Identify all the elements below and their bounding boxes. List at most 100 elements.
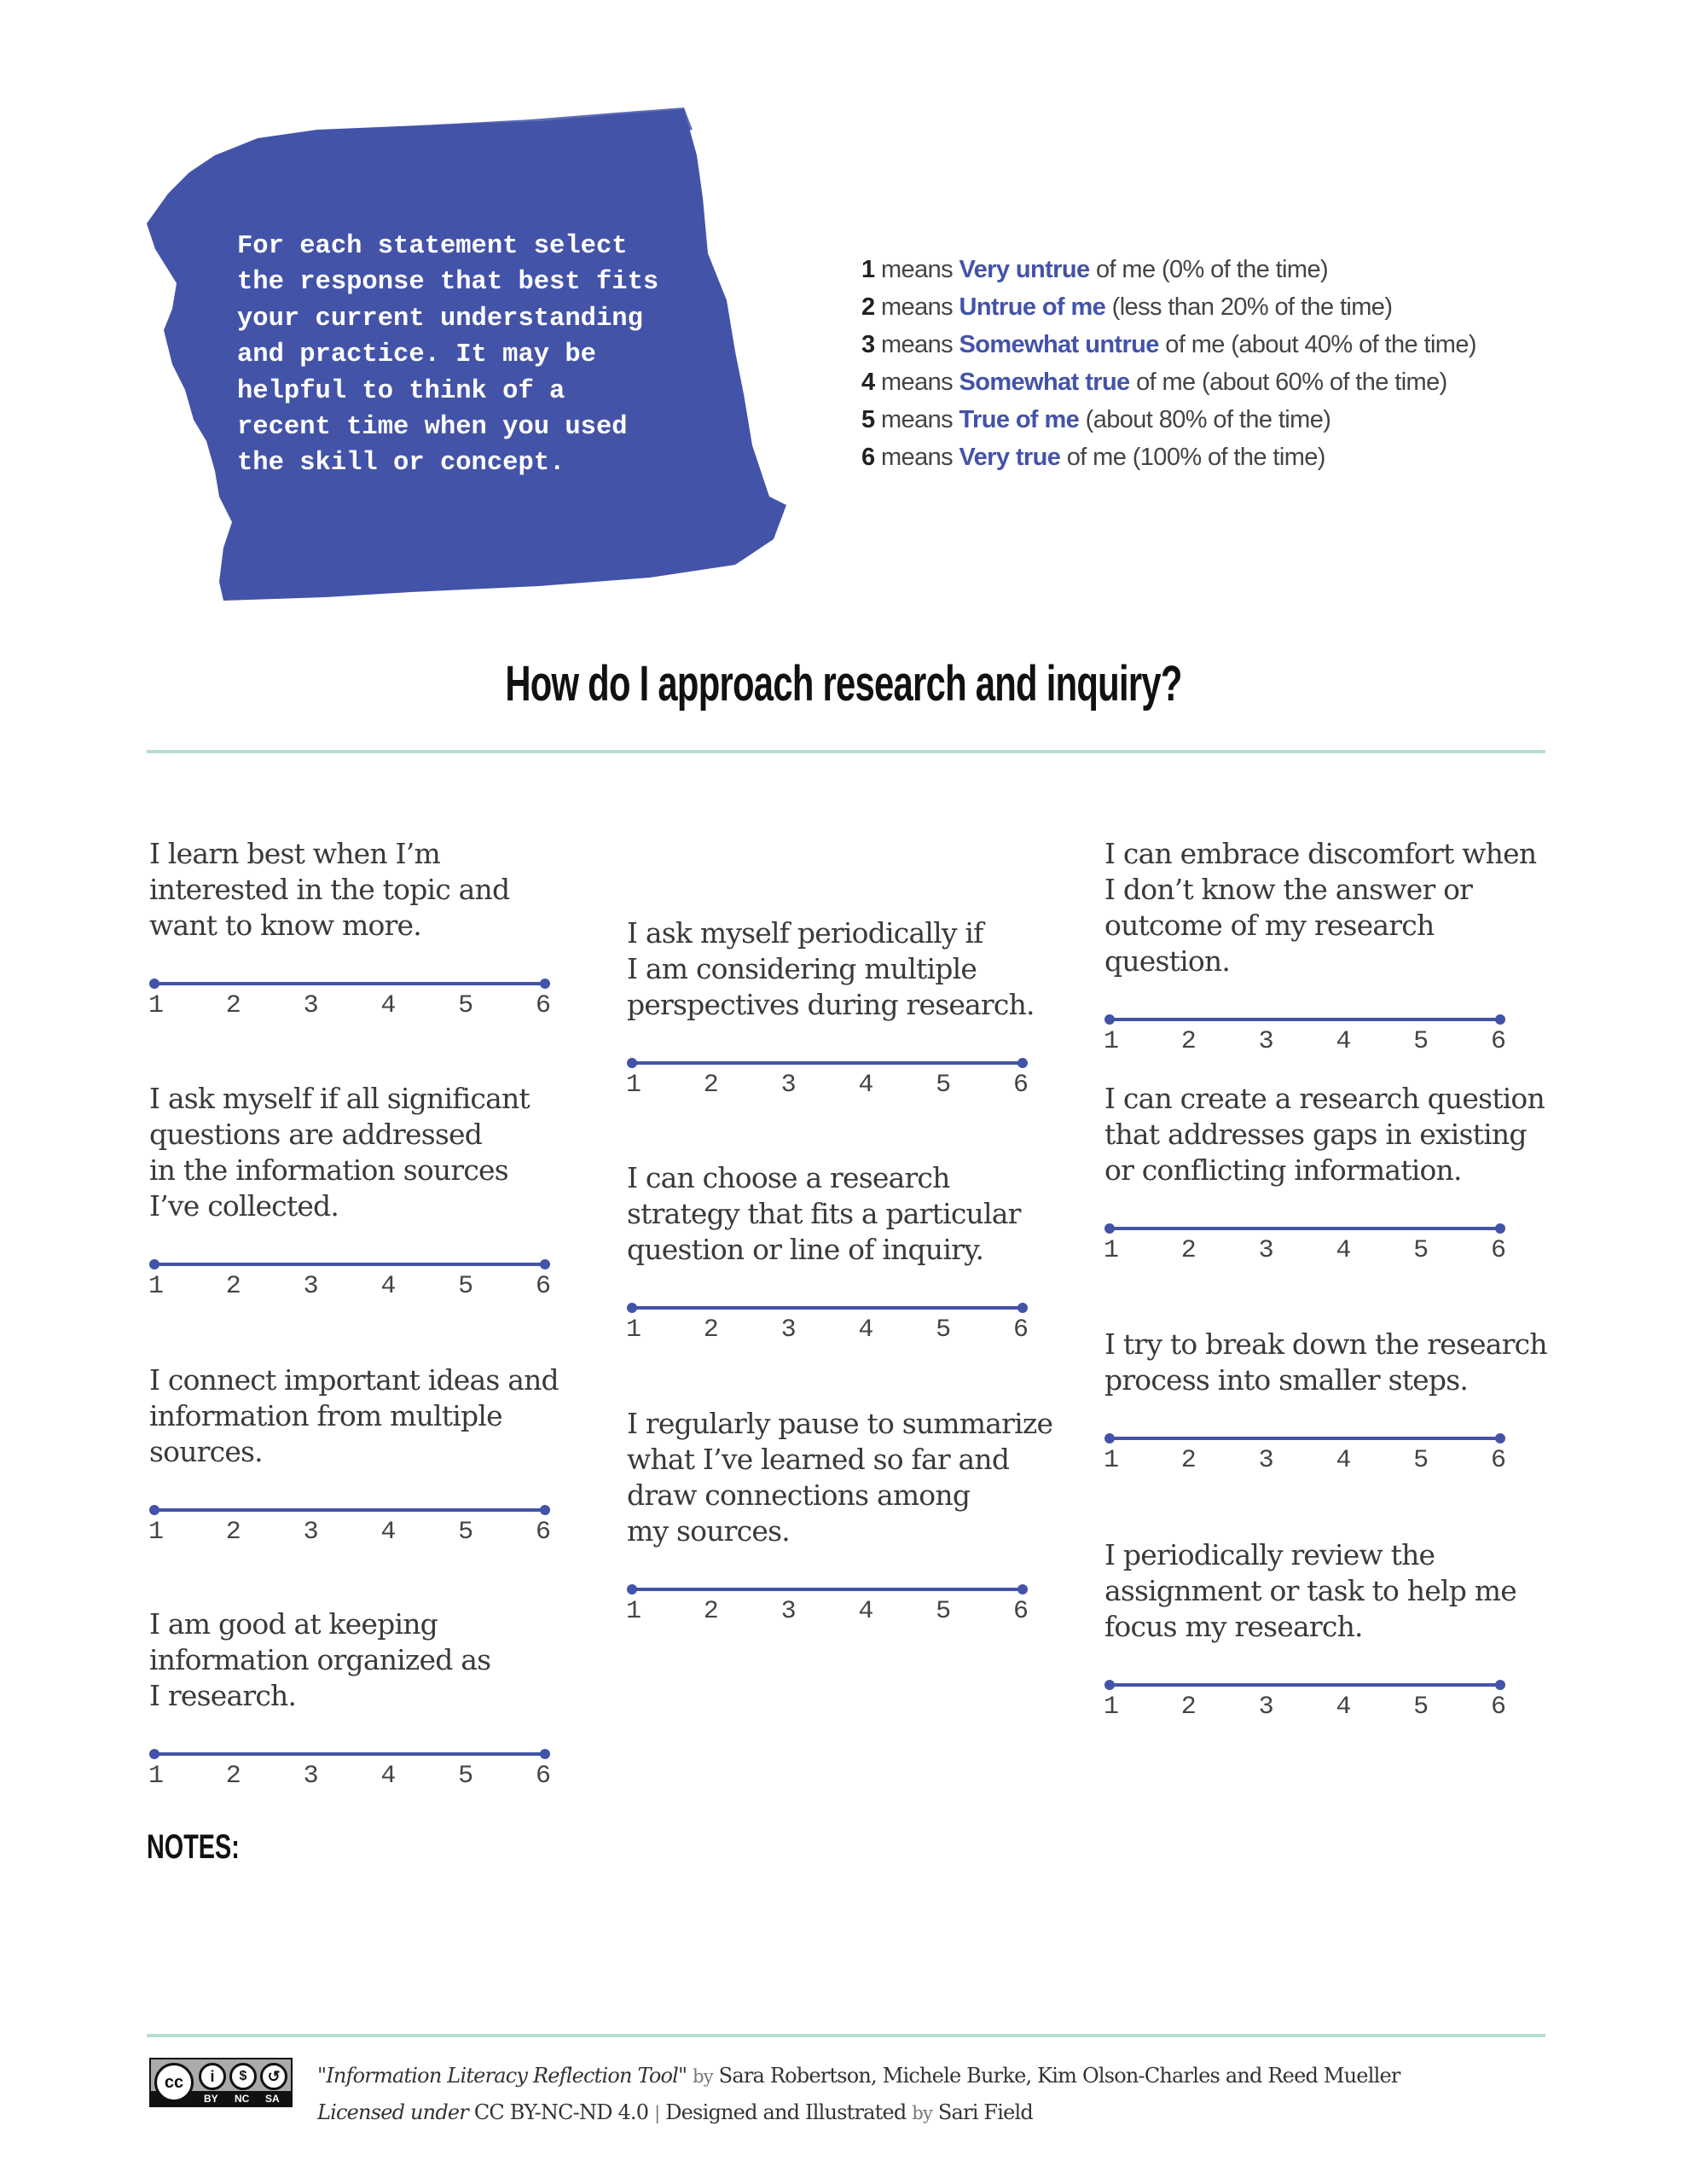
rating-scale[interactable]: 1 2 3 4 5 6 (148, 1255, 552, 1306)
scale-option[interactable]: 3 (303, 1518, 320, 1547)
scale-option[interactable]: 3 (1258, 1027, 1275, 1056)
scale-option[interactable]: 2 (1180, 1027, 1197, 1056)
scale-option[interactable]: 6 (535, 1272, 552, 1301)
statement-text: I ask myself periodically if I am consid… (627, 916, 1035, 1021)
scale-option[interactable]: 2 (225, 991, 242, 1020)
scale-option[interactable]: 5 (1412, 1236, 1429, 1265)
scale-track[interactable] (154, 982, 545, 985)
scale-option[interactable]: 4 (380, 1272, 397, 1301)
scale-option[interactable]: 5 (457, 1762, 474, 1791)
scale-end-dot (540, 1259, 550, 1269)
scale-option[interactable]: 6 (535, 1762, 552, 1791)
rating-scale[interactable]: 1 2 3 4 5 6 (625, 1580, 1029, 1631)
scale-option[interactable]: 1 (1103, 1693, 1120, 1722)
scale-option[interactable]: 4 (1335, 1236, 1352, 1265)
rating-scale[interactable]: 1 2 3 4 5 6 (1103, 1219, 1507, 1270)
scale-option[interactable]: 5 (457, 1272, 474, 1301)
scale-option[interactable]: 2 (225, 1762, 242, 1791)
scale-option[interactable]: 2 (1180, 1446, 1197, 1475)
scale-option[interactable]: 1 (1103, 1236, 1120, 1265)
scale-option[interactable]: 5 (935, 1316, 952, 1345)
scale-option[interactable]: 6 (1490, 1693, 1507, 1722)
scale-track[interactable] (154, 1752, 545, 1756)
scale-option[interactable]: 1 (148, 991, 165, 1020)
scale-option[interactable]: 6 (1012, 1316, 1029, 1345)
scale-track[interactable] (632, 1061, 1023, 1065)
scale-end-dot (540, 979, 550, 989)
scale-option[interactable]: 3 (303, 1762, 320, 1791)
rating-scale[interactable]: 1 2 3 4 5 6 (625, 1298, 1029, 1350)
scale-option[interactable]: 4 (1335, 1027, 1352, 1056)
scale-option[interactable]: 5 (1412, 1693, 1429, 1722)
legend-row-2: 2 means Untrue of me (less than 20% of t… (861, 293, 1393, 321)
rating-scale[interactable]: 1 2 3 4 5 6 (1103, 1676, 1507, 1727)
scale-option[interactable]: 1 (148, 1518, 165, 1547)
scale-option[interactable]: 6 (535, 991, 552, 1020)
scale-option[interactable]: 3 (303, 991, 320, 1020)
rating-scale[interactable]: 1 2 3 4 5 6 (148, 1745, 552, 1796)
scale-option[interactable]: 2 (1180, 1693, 1197, 1722)
scale-option[interactable]: 4 (857, 1316, 874, 1345)
credits: "Information Literacy Reflection Tool" b… (317, 2058, 1400, 2131)
scale-track[interactable] (1110, 1018, 1500, 1021)
scale-option[interactable]: 6 (535, 1518, 552, 1547)
scale-option[interactable]: 1 (625, 1316, 642, 1345)
scale-labels: 1 2 3 4 5 6 (148, 1272, 552, 1301)
scale-option[interactable]: 6 (1490, 1236, 1507, 1265)
scale-track[interactable] (154, 1508, 545, 1512)
scale-option[interactable]: 6 (1490, 1446, 1507, 1475)
scale-option[interactable]: 5 (457, 1518, 474, 1547)
scale-track[interactable] (1110, 1227, 1500, 1230)
scale-option[interactable]: 6 (1012, 1071, 1029, 1100)
scale-track[interactable] (1110, 1683, 1500, 1687)
scale-track[interactable] (154, 1263, 545, 1266)
rating-scale[interactable]: 1 2 3 4 5 6 (148, 974, 552, 1025)
rating-legend: 1 means Very untrue of me (0% of the tim… (861, 251, 1477, 476)
scale-option[interactable]: 4 (1335, 1446, 1352, 1475)
scale-option[interactable]: 2 (225, 1272, 242, 1301)
scale-option[interactable]: 6 (1012, 1597, 1029, 1626)
scale-option[interactable]: 2 (703, 1071, 720, 1100)
scale-option[interactable]: 4 (380, 991, 397, 1020)
scale-option[interactable]: 1 (148, 1272, 165, 1301)
scale-start-dot (1104, 1433, 1115, 1443)
scale-option[interactable]: 3 (303, 1272, 320, 1301)
scale-option[interactable]: 5 (457, 991, 474, 1020)
scale-option[interactable]: 3 (780, 1597, 797, 1626)
scale-track[interactable] (632, 1306, 1023, 1310)
scale-option[interactable]: 1 (625, 1597, 642, 1626)
sharealike-icon: ↺ (260, 2063, 287, 2090)
scale-option[interactable]: 5 (1412, 1027, 1429, 1056)
scale-option[interactable]: 2 (1180, 1236, 1197, 1265)
scale-option[interactable]: 4 (857, 1597, 874, 1626)
scale-option[interactable]: 2 (703, 1316, 720, 1345)
scale-option[interactable]: 4 (380, 1762, 397, 1791)
rating-scale[interactable]: 1 2 3 4 5 6 (1103, 1429, 1507, 1480)
scale-option[interactable]: 3 (780, 1071, 797, 1100)
scale-end-dot (1017, 1584, 1028, 1594)
scale-option[interactable]: 1 (148, 1762, 165, 1791)
scale-option[interactable]: 3 (1258, 1446, 1275, 1475)
scale-option[interactable]: 6 (1490, 1027, 1507, 1056)
scale-option[interactable]: 5 (935, 1071, 952, 1100)
scale-option[interactable]: 5 (935, 1597, 952, 1626)
scale-option[interactable]: 1 (1103, 1027, 1120, 1056)
rating-scale[interactable]: 1 2 3 4 5 6 (625, 1054, 1029, 1105)
scale-track[interactable] (1110, 1437, 1500, 1440)
scale-track[interactable] (632, 1588, 1023, 1591)
scale-option[interactable]: 1 (625, 1071, 642, 1100)
scale-option[interactable]: 4 (857, 1071, 874, 1100)
scale-option[interactable]: 2 (225, 1518, 242, 1547)
scale-option[interactable]: 3 (1258, 1236, 1275, 1265)
scale-option[interactable]: 3 (1258, 1693, 1275, 1722)
scale-option[interactable]: 4 (380, 1518, 397, 1547)
scale-option[interactable]: 3 (780, 1316, 797, 1345)
rating-scale[interactable]: 1 2 3 4 5 6 (1103, 1010, 1507, 1061)
scale-option[interactable]: 5 (1412, 1446, 1429, 1475)
statement-text: I learn best when I’m interested in the … (149, 837, 510, 942)
scale-start-dot (149, 1505, 159, 1515)
scale-option[interactable]: 4 (1335, 1693, 1352, 1722)
scale-option[interactable]: 1 (1103, 1446, 1120, 1475)
scale-option[interactable]: 2 (703, 1597, 720, 1626)
rating-scale[interactable]: 1 2 3 4 5 6 (148, 1501, 552, 1552)
